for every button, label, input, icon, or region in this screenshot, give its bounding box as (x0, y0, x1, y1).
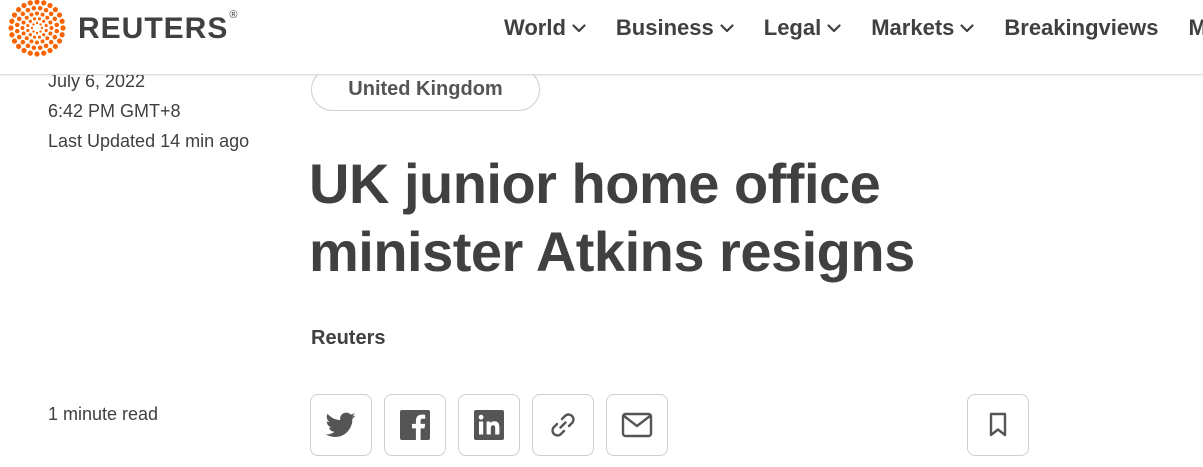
nav-item-legal[interactable]: Legal (764, 15, 841, 41)
nav-item-label: Breakingviews (1004, 15, 1159, 40)
chevron-down-icon (827, 23, 841, 32)
share-email-button[interactable] (606, 394, 668, 456)
share-linkedin-button[interactable] (458, 394, 520, 456)
headline: UK junior home office minister Atkins re… (309, 152, 915, 283)
main-nav: World Business Legal Markets Breakingvie… (504, 14, 1203, 42)
copy-link-button[interactable] (532, 394, 594, 456)
chevron-down-icon (960, 23, 974, 32)
registered-mark: ® (229, 9, 238, 21)
nav-item-label: Legal (763, 15, 822, 40)
read-time: 1 minute read (48, 404, 159, 424)
nav-item-markets[interactable]: Markets (871, 15, 974, 41)
nav-item-label: Markets (871, 15, 955, 40)
chevron-down-icon (572, 23, 586, 32)
reuters-logo-icon (8, 0, 66, 57)
share-facebook-button[interactable] (384, 394, 446, 456)
linkedin-icon (474, 410, 504, 440)
nav-item-world[interactable]: World (504, 15, 586, 41)
nav-item-label: Mo (1188, 15, 1203, 40)
bookmark-button[interactable] (967, 394, 1029, 456)
publish-time: 6:42 PM GMT+8 (48, 101, 181, 121)
byline-author[interactable]: Reuters (311, 327, 385, 350)
nav-item-breakingviews[interactable]: Breakingviews (1004, 15, 1158, 41)
nav-item-business[interactable]: Business (616, 15, 734, 41)
share-twitter-button[interactable] (310, 394, 372, 456)
twitter-icon (326, 412, 356, 437)
top-navigation-bar: REUTERS ® World Business Legal Markets Br… (0, 0, 1203, 75)
email-icon (621, 412, 653, 438)
brand-name: REUTERS (78, 12, 229, 45)
nav-item-more[interactable]: Mo (1188, 15, 1203, 41)
nav-item-label: Business (615, 15, 714, 40)
reuters-logo[interactable]: REUTERS ® (8, 0, 238, 57)
last-updated: Last Updated 14 min ago (48, 131, 250, 151)
article-meta: July 6, 2022 6:42 PM GMT+8 Last Updated … (48, 66, 249, 156)
facebook-icon (400, 410, 430, 440)
bookmark-icon (989, 412, 1007, 437)
nav-item-label: World (504, 15, 566, 40)
chevron-down-icon (720, 23, 734, 32)
link-icon (551, 413, 575, 437)
